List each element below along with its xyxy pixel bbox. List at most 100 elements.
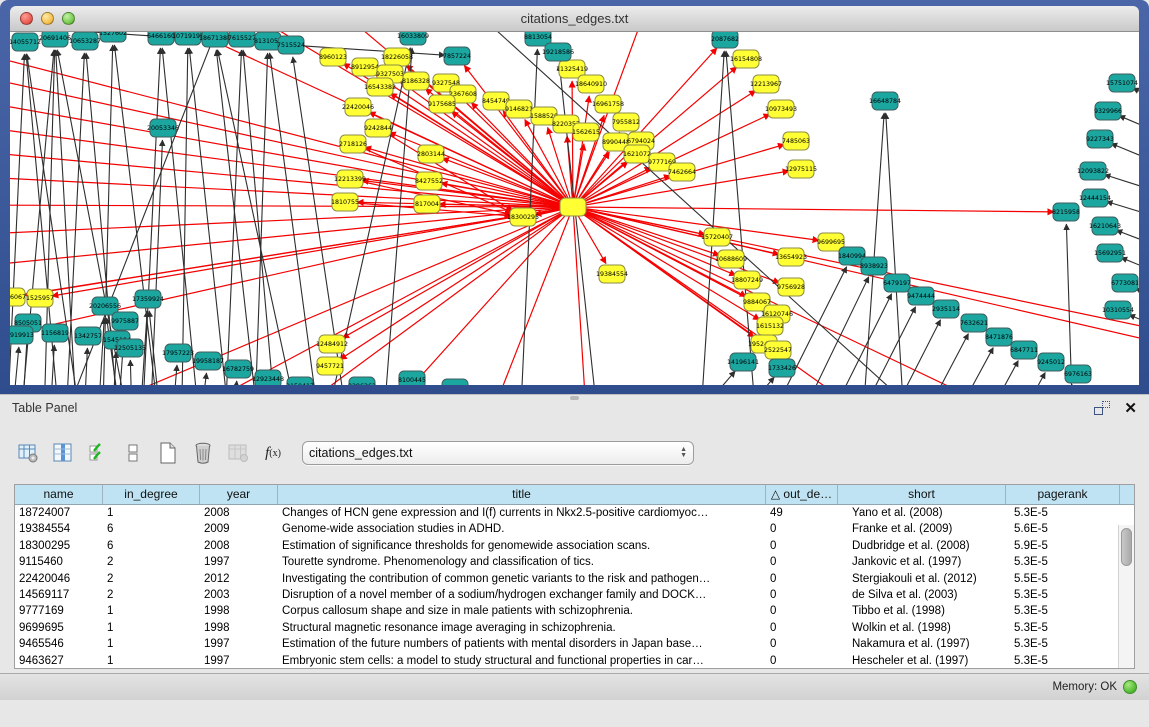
graph-edge[interactable] [884, 334, 968, 385]
graph-node[interactable]: 1733426 [768, 359, 796, 377]
graph-node[interactable]: 12923448 [252, 370, 284, 385]
graph-node[interactable]: 18807249 [731, 271, 763, 289]
table-cell[interactable]: Estimation of significance thresholds fo… [278, 538, 766, 554]
table-cell[interactable]: 2 [103, 554, 200, 570]
graph-node[interactable]: 6773081 [1111, 274, 1139, 292]
table-cell[interactable]: 19384554 [15, 521, 103, 537]
table-row[interactable]: 911546021997Tourette syndrome. Phenomeno… [15, 554, 1134, 570]
table-cell[interactable]: 6 [103, 521, 200, 537]
graph-node[interactable]: 18671388 [199, 32, 231, 47]
graph-edge[interactable] [573, 207, 720, 255]
graph-node[interactable]: 22420046 [342, 98, 374, 116]
graph-node[interactable]: 8960123 [319, 48, 347, 66]
graph-node[interactable]: 2522547 [764, 341, 792, 359]
table-cell[interactable]: 5.6E-5 [1006, 521, 1120, 537]
graph-node[interactable]: 16210643 [1089, 217, 1121, 235]
graph-node[interactable]: 16961758 [592, 95, 624, 113]
table-cell[interactable]: 9115460 [15, 554, 103, 570]
column-header-pagerank[interactable]: pagerank [1006, 485, 1120, 504]
graph-node[interactable]: 7515524 [277, 36, 305, 54]
graph-node[interactable]: 6466160 [147, 32, 175, 45]
table-cell[interactable]: 5.3E-5 [1006, 636, 1120, 652]
graph-edge[interactable] [220, 50, 241, 385]
table-cell[interactable]: 2008 [200, 505, 278, 521]
graph-node[interactable]: 1156819 [41, 324, 69, 342]
table-cell[interactable]: 0 [766, 653, 838, 668]
column-header-year[interactable]: year [200, 485, 278, 504]
panel-resize-grip[interactable] [570, 396, 579, 400]
graph-node[interactable]: 6976163 [1064, 365, 1092, 383]
graph-edge[interactable] [189, 48, 230, 385]
graph-node[interactable]: 8938923 [860, 257, 888, 275]
graph-node[interactable]: 12484912 [316, 335, 348, 353]
network-canvas[interactable]: 8960123891295418226058932750316543382818… [10, 32, 1139, 385]
graph-node[interactable]: 13654923 [775, 248, 807, 266]
graph-node[interactable]: 20053346 [147, 119, 179, 137]
graph-node[interactable]: 6847711 [1010, 341, 1038, 359]
table-cell[interactable]: 22420046 [15, 571, 103, 587]
memory-ok-indicator[interactable] [1123, 680, 1137, 694]
table-cell[interactable]: Disruption of a novel member of a sodium… [278, 587, 766, 603]
close-panel-icon[interactable]: ✕ [1124, 401, 1137, 416]
graph-node[interactable]: 1810755 [331, 193, 359, 211]
graph-edge[interactable] [1066, 224, 1072, 385]
graph-node[interactable]: 15692951 [1094, 244, 1126, 262]
table-cell[interactable]: 0 [766, 554, 838, 570]
table-cell[interactable]: 5.3E-5 [1006, 505, 1120, 521]
graph-edge[interactable] [60, 32, 573, 207]
graph-node[interactable]: 9474444 [907, 287, 935, 305]
graph-node[interactable]: 2526067 [10, 288, 26, 306]
table-cell[interactable]: 5.3E-5 [1006, 653, 1120, 668]
graph-edge[interactable] [20, 207, 573, 385]
table-cell[interactable]: Franke et al. (2009) [838, 521, 1006, 537]
column-header-short[interactable]: short [838, 485, 1006, 504]
graph-edge[interactable] [250, 53, 268, 385]
graph-node[interactable]: 15720407 [701, 228, 733, 246]
table-cell[interactable]: Embryonic stem cells: a model to study s… [278, 653, 766, 668]
graph-node[interactable]: 18640910 [575, 75, 607, 93]
table-selector-dropdown[interactable]: citations_edges.txt ▲▼ [302, 441, 694, 465]
graph-node[interactable]: 8186328 [402, 72, 430, 90]
graph-node[interactable]: 2718126 [339, 135, 367, 153]
graph-node[interactable]: 9457721 [316, 357, 344, 375]
graph-edge[interactable] [960, 373, 1045, 385]
graph-node[interactable]: 3919913 [10, 326, 34, 344]
graph-node[interactable]: 7485063 [782, 132, 810, 150]
table-row[interactable]: 1938455462009Genome-wide association stu… [15, 521, 1134, 537]
function-builder-icon[interactable]: f(x) [259, 439, 287, 467]
table-cell[interactable]: 49 [766, 505, 838, 521]
graph-edge[interactable] [50, 345, 54, 385]
graph-node[interactable]: 2935114 [932, 300, 960, 318]
graph-edge[interactable] [862, 113, 884, 385]
table-row[interactable]: 946554611997Estimation of the future num… [15, 636, 1134, 652]
table-cell[interactable]: 0 [766, 538, 838, 554]
table-scrollbar[interactable] [1118, 525, 1134, 668]
graph-node[interactable]: 20691406 [39, 32, 71, 47]
graph-node[interactable]: 7857224 [443, 47, 471, 65]
table-cell[interactable]: Tibbo et al. (1998) [838, 603, 1006, 619]
graph-node[interactable]: 16648784 [869, 92, 901, 110]
table-cell[interactable]: Investigating the contribution of common… [278, 571, 766, 587]
graph-edge[interactable] [10, 150, 573, 207]
graph-edge[interactable] [858, 320, 941, 385]
graph-edge[interactable] [573, 207, 1139, 352]
table-cell[interactable]: 0 [766, 587, 838, 603]
graph-node[interactable]: 12213399 [334, 170, 366, 188]
import-table-icon[interactable] [224, 439, 252, 467]
column-header-title[interactable]: title [278, 485, 766, 504]
table-cell[interactable]: 0 [766, 571, 838, 587]
graph-node[interactable]: 16782759 [222, 360, 254, 378]
column-header-in_degree[interactable]: in_degree [103, 485, 200, 504]
table-row[interactable]: 977716911998Corpus callosum shape and si… [15, 603, 1134, 619]
table-row[interactable]: 969969511998Structural magnetic resonanc… [15, 620, 1134, 636]
table-cell[interactable]: Wolkin et al. (1998) [838, 620, 1006, 636]
table-cell[interactable]: 0 [766, 603, 838, 619]
table-row[interactable]: 1830029562008Estimation of significance … [15, 538, 1134, 554]
table-cell[interactable]: 9463627 [15, 653, 103, 668]
graph-edge[interactable] [573, 207, 1054, 212]
graph-node[interactable]: 8215958 [1052, 203, 1080, 221]
table-cell[interactable]: Stergiakouli et al. (2012) [838, 571, 1006, 587]
graph-edge[interactable] [464, 66, 573, 207]
table-cell[interactable]: 9777169 [15, 603, 103, 619]
graph-edge[interactable] [230, 207, 573, 385]
